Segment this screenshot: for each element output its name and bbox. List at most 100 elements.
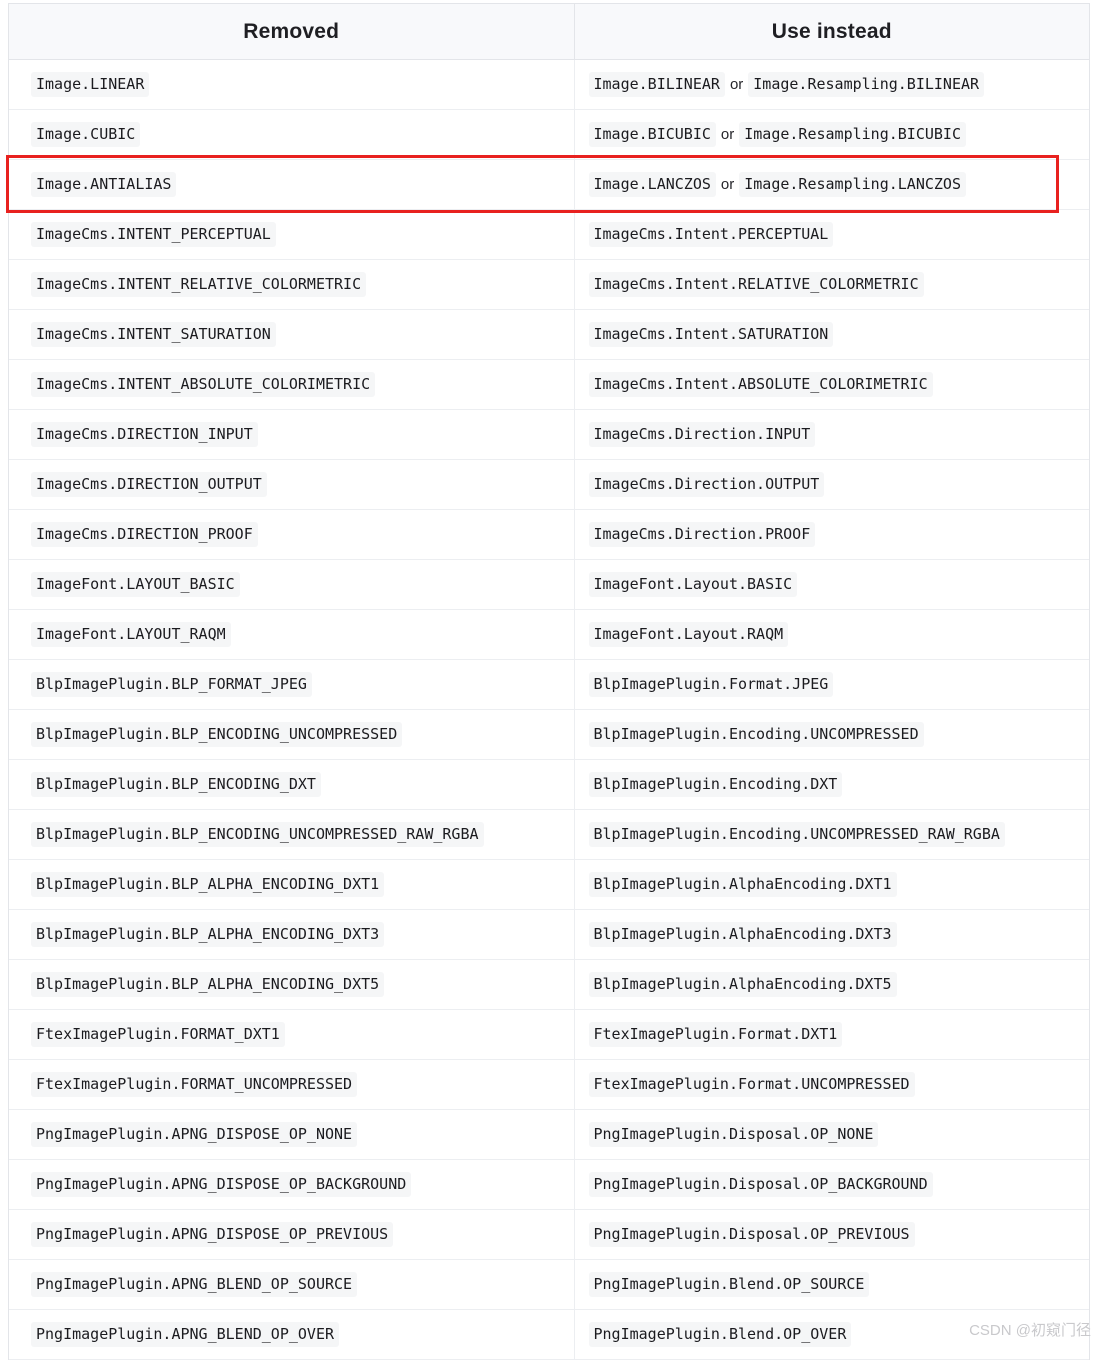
cell-use-instead: BlpImagePlugin.AlphaEncoding.DXT5 [574,959,1089,1010]
table-row: PngImagePlugin.APNG_BLEND_OP_OVER PngImag… [9,1309,1089,1360]
table-row: BlpImagePlugin.BLP_ENCODING_UNCOMPRESSED… [9,709,1089,760]
cell-use-instead: BlpImagePlugin.Encoding.DXT [574,759,1089,810]
table-row: BlpImagePlugin.BLP_FORMAT_JPEG BlpImagePl… [9,659,1089,710]
code-chip-removed: ImageCms.INTENT_RELATIVE_COLORMETRIC [31,272,367,297]
code-chip-removed: BlpImagePlugin.BLP_ALPHA_ENCODING_DXT5 [31,972,385,997]
cell-removed: Image.LINEAR [9,59,575,110]
cell-use-instead: FtexImagePlugin.Format.UNCOMPRESSED [574,1059,1089,1110]
table-row: Image.CUBIC Image.BICUBIC or Image.Resampli… [9,109,1089,160]
cell-removed: ImageCms.DIRECTION_OUTPUT [9,459,575,510]
code-chip-removed: ImageCms.DIRECTION_OUTPUT [31,472,267,497]
code-chip-replacement: BlpImagePlugin.Format.JPEG [588,672,834,697]
table-row: Image.LINEAR Image.BILINEAR or Image.Resamp… [9,59,1089,110]
cell-removed: PngImagePlugin.APNG_BLEND_OP_OVER [9,1309,575,1360]
cell-removed: ImageCms.INTENT_SATURATION [9,309,575,360]
code-chip-replacement: ImageFont.Layout.BASIC [588,572,798,597]
cell-use-instead: Image.BICUBIC or Image.Resampling.BICUBIC [574,109,1089,160]
cell-use-instead: ImageFont.Layout.RAQM [574,609,1089,660]
table-row: ImageCms.DIRECTION_INPUT ImageCms.Directi… [9,409,1089,460]
table-header-row: Removed Use instead [9,4,1089,60]
table-row: PngImagePlugin.APNG_DISPOSE_OP_NONE PngIm… [9,1109,1089,1160]
table-row: BlpImagePlugin.BLP_ALPHA_ENCODING_DXT3 Bl… [9,909,1089,960]
cell-removed: BlpImagePlugin.BLP_ENCODING_DXT [9,759,575,810]
code-chip-removed: BlpImagePlugin.BLP_ALPHA_ENCODING_DXT1 [31,872,385,897]
table-row: PngImagePlugin.APNG_BLEND_OP_SOURCE PngIm… [9,1259,1089,1310]
code-chip-replacement: ImageCms.Direction.OUTPUT [588,472,825,497]
code-chip-removed: ImageCms.DIRECTION_PROOF [31,522,258,547]
code-chip-replacement: Image.BILINEAR [588,72,725,97]
cell-removed: BlpImagePlugin.BLP_ALPHA_ENCODING_DXT1 [9,859,575,910]
cell-removed: BlpImagePlugin.BLP_ALPHA_ENCODING_DXT3 [9,909,575,960]
cell-removed: BlpImagePlugin.BLP_ENCODING_UNCOMPRESSED… [9,809,575,860]
code-chip-replacement: ImageCms.Intent.RELATIVE_COLORMETRIC [588,272,924,297]
table-row: BlpImagePlugin.BLP_ALPHA_ENCODING_DXT1 Bl… [9,859,1089,910]
deprecation-table: Removed Use instead Image.LINEAR Image.BI… [9,4,1089,1360]
code-chip-replacement: BlpImagePlugin.AlphaEncoding.DXT3 [588,922,897,947]
cell-use-instead: ImageFont.Layout.BASIC [574,559,1089,610]
table-row: BlpImagePlugin.BLP_ENCODING_DXT BlpImageP… [9,759,1089,810]
code-chip-removed: PngImagePlugin.APNG_DISPOSE_OP_NONE [31,1122,358,1147]
code-chip-replacement: PngImagePlugin.Blend.OP_OVER [588,1322,852,1347]
cell-removed: Image.ANTIALIAS [9,159,575,210]
cell-removed: FtexImagePlugin.FORMAT_UNCOMPRESSED [9,1059,575,1110]
code-chip-replacement: PngImagePlugin.Disposal.OP_NONE [588,1122,879,1147]
table-row: BlpImagePlugin.BLP_ALPHA_ENCODING_DXT5 Bl… [9,959,1089,1010]
cell-use-instead: ImageCms.Direction.OUTPUT [574,459,1089,510]
code-chip-removed: PngImagePlugin.APNG_BLEND_OP_OVER [31,1322,340,1347]
or-separator: or [720,176,735,193]
table-row: ImageCms.DIRECTION_OUTPUT ImageCms.Direct… [9,459,1089,510]
code-chip-replacement: Image.Resampling.BICUBIC [739,122,966,147]
cell-use-instead: PngImagePlugin.Disposal.OP_NONE [574,1109,1089,1160]
cell-use-instead: PngImagePlugin.Disposal.OP_BACKGROUND [574,1159,1089,1210]
code-chip-replacement: PngImagePlugin.Blend.OP_SOURCE [588,1272,870,1297]
cell-use-instead: ImageCms.Intent.PERCEPTUAL [574,209,1089,260]
code-chip-replacement: BlpImagePlugin.AlphaEncoding.DXT5 [588,972,897,997]
table-row: ImageFont.LAYOUT_BASIC ImageFont.Layout.B… [9,559,1089,610]
code-chip-removed: FtexImagePlugin.FORMAT_DXT1 [31,1022,285,1047]
code-chip-replacement: BlpImagePlugin.Encoding.UNCOMPRESSED_RAW… [588,822,1005,847]
code-chip-removed: Image.CUBIC [31,122,141,147]
cell-use-instead: ImageCms.Intent.SATURATION [574,309,1089,360]
code-chip-replacement: ImageCms.Direction.PROOF [588,522,816,547]
cell-removed: PngImagePlugin.APNG_DISPOSE_OP_NONE [9,1109,575,1160]
cell-removed: ImageCms.DIRECTION_PROOF [9,509,575,560]
deprecation-table-container: Removed Use instead Image.LINEAR Image.BI… [8,3,1090,1360]
code-chip-replacement: Image.BICUBIC [588,122,716,147]
cell-use-instead: ImageCms.Intent.ABSOLUTE_COLORIMETRIC [574,359,1089,410]
table-row: BlpImagePlugin.BLP_ENCODING_UNCOMPRESSED… [9,809,1089,860]
cell-removed: ImageCms.INTENT_RELATIVE_COLORMETRIC [9,259,575,310]
code-chip-replacement: ImageCms.Intent.ABSOLUTE_COLORIMETRIC [588,372,933,397]
table-head: Removed Use instead [9,4,1089,60]
cell-removed: ImageCms.INTENT_PERCEPTUAL [9,209,575,260]
column-header-removed: Removed [9,4,575,60]
table-row: PngImagePlugin.APNG_DISPOSE_OP_BACKGROUN… [9,1159,1089,1210]
code-chip-replacement: ImageCms.Intent.PERCEPTUAL [588,222,834,247]
code-chip-replacement: PngImagePlugin.Disposal.OP_BACKGROUND [588,1172,933,1197]
code-chip-replacement: ImageCms.Intent.SATURATION [588,322,834,347]
cell-use-instead: BlpImagePlugin.AlphaEncoding.DXT3 [574,909,1089,960]
code-chip-removed: Image.ANTIALIAS [31,172,177,197]
code-chip-removed: PngImagePlugin.APNG_BLEND_OP_SOURCE [31,1272,358,1297]
code-chip-removed: PngImagePlugin.APNG_DISPOSE_OP_PREVIOUS [31,1222,394,1247]
cell-removed: ImageFont.LAYOUT_BASIC [9,559,575,610]
page-root: Removed Use instead Image.LINEAR Image.BI… [0,0,1105,1360]
cell-use-instead: Image.BILINEAR or Image.Resampling.BILINEA… [574,59,1089,110]
cell-use-instead: ImageCms.Direction.INPUT [574,409,1089,460]
table-row: ImageCms.INTENT_RELATIVE_COLORMETRIC Imag… [9,259,1089,310]
cell-removed: ImageCms.DIRECTION_INPUT [9,409,575,460]
table-row: ImageFont.LAYOUT_RAQM ImageFont.Layout.RA… [9,609,1089,660]
code-chip-removed: ImageCms.DIRECTION_INPUT [31,422,258,447]
code-chip-replacement: ImageCms.Direction.INPUT [588,422,816,447]
code-chip-removed: BlpImagePlugin.BLP_ENCODING_UNCOMPRESSED [31,722,403,747]
code-chip-replacement: BlpImagePlugin.AlphaEncoding.DXT1 [588,872,897,897]
cell-removed: PngImagePlugin.APNG_DISPOSE_OP_PREVIOUS [9,1209,575,1260]
cell-removed: Image.CUBIC [9,109,575,160]
code-chip-replacement: ImageFont.Layout.RAQM [588,622,789,647]
cell-use-instead: ImageCms.Direction.PROOF [574,509,1089,560]
code-chip-removed: ImageCms.INTENT_ABSOLUTE_COLORIMETRIC [31,372,376,397]
cell-use-instead: BlpImagePlugin.Format.JPEG [574,659,1089,710]
table-row: ImageCms.INTENT_PERCEPTUAL ImageCms.Inten… [9,209,1089,260]
code-chip-removed: BlpImagePlugin.BLP_ALPHA_ENCODING_DXT3 [31,922,385,947]
code-chip-replacement: PngImagePlugin.Disposal.OP_PREVIOUS [588,1222,915,1247]
table-body: Image.LINEAR Image.BILINEAR or Image.Resamp… [9,59,1089,1360]
